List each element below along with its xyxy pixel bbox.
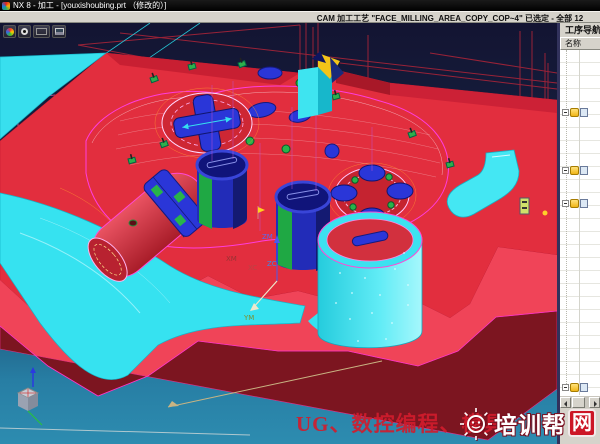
tree-expander-icon[interactable] <box>562 167 569 174</box>
message-bar: CAM 加工工艺 "FACE_MILLING_AREA_COPY_COP~4" … <box>0 11 600 23</box>
display-window-icon[interactable] <box>52 25 66 38</box>
keyboard-grid-icon[interactable] <box>33 25 50 38</box>
cad-scene[interactable]: ZM ZC XM XC YM <box>0 23 557 444</box>
operation-navigator-panel: 工序导航器 名称 <box>557 23 600 444</box>
mcs-label-zm: ZM <box>262 233 273 241</box>
scrollbar-thumb[interactable] <box>572 397 585 408</box>
operation-status-icon <box>580 199 588 208</box>
palette-pinwheel-icon[interactable] <box>3 25 16 38</box>
tree-item[interactable] <box>562 198 588 209</box>
operation-icon[interactable] <box>570 383 579 392</box>
tree-expander-icon[interactable] <box>562 384 569 391</box>
left-stick-boss <box>197 151 247 229</box>
mcs-label-xc: XC <box>248 264 257 272</box>
scroll-right-button[interactable] <box>589 397 600 408</box>
panel-title: 工序导航器 <box>560 23 600 37</box>
name-column-header[interactable]: 名称 <box>560 37 600 50</box>
operation-status-icon <box>580 166 588 175</box>
graphics-viewport[interactable]: ZM ZC XM XC YM <box>0 23 557 444</box>
operation-icon[interactable] <box>570 166 579 175</box>
tree-item[interactable] <box>562 165 588 176</box>
window-title: NX 8 - 加工 - [youxishoubing.prt （修改的）] <box>13 0 166 11</box>
column-divider <box>579 50 580 395</box>
operation-status-icon <box>580 108 588 117</box>
right-grip <box>318 212 422 348</box>
nx-window: NX 8 - 加工 - [youxishoubing.prt （修改的）] CA… <box>0 0 600 444</box>
floating-toolbar <box>3 25 66 38</box>
operation-icon[interactable] <box>570 199 579 208</box>
tree-guide-line <box>566 50 567 390</box>
mcs-label-xm: XM <box>226 255 237 263</box>
mcs-label-zc: ZC <box>267 260 277 268</box>
operation-status-icon <box>580 383 588 392</box>
scroll-left-button[interactable] <box>560 397 571 408</box>
tree-item[interactable] <box>562 107 588 118</box>
mcs-label-ym: YM <box>243 314 254 322</box>
operation-icon[interactable] <box>570 108 579 117</box>
tree-expander-icon[interactable] <box>562 200 569 207</box>
nx-logo-icon <box>2 2 10 10</box>
wcs-triad <box>18 367 42 425</box>
operation-tree[interactable] <box>560 50 600 395</box>
tree-item[interactable] <box>562 382 588 393</box>
horizontal-scrollbar[interactable] <box>560 395 600 408</box>
tree-expander-icon[interactable] <box>562 109 569 116</box>
record-circle-icon[interactable] <box>18 25 31 38</box>
panel-footer <box>560 408 600 444</box>
title-bar: NX 8 - 加工 - [youxishoubing.prt （修改的）] <box>0 0 600 11</box>
